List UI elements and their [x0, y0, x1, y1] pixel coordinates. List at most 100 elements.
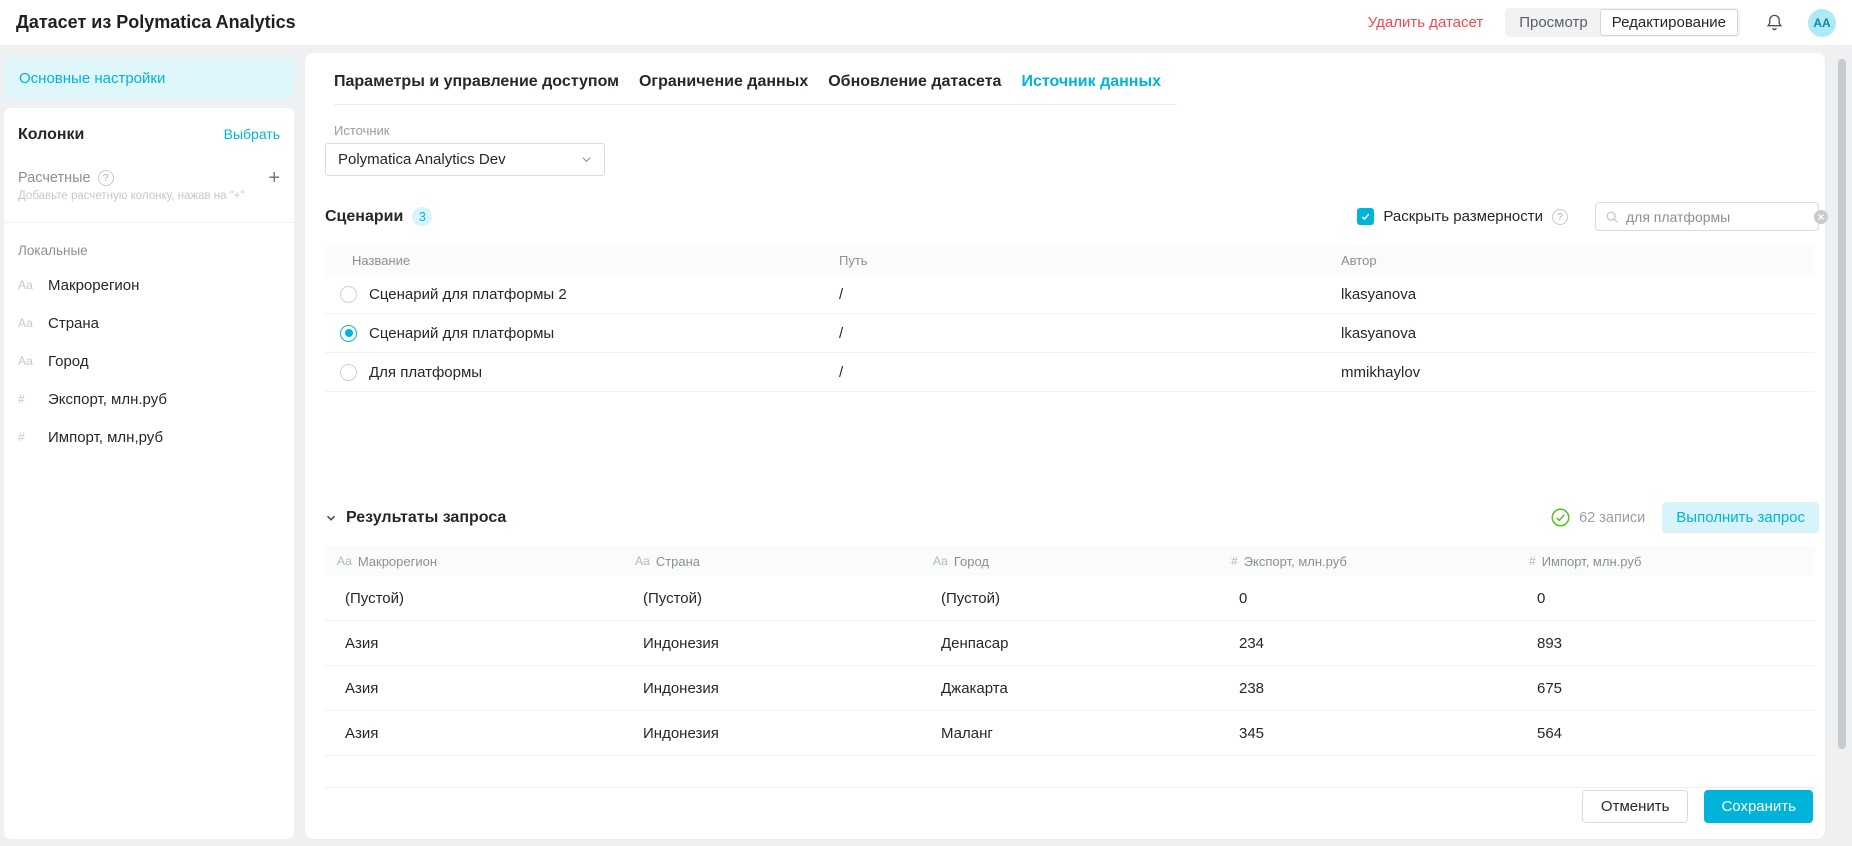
number-type-icon: # — [1231, 554, 1238, 568]
column-item-makroregion[interactable]: Аа Макрорегион — [18, 266, 280, 304]
records-count: 62 записи — [1579, 510, 1645, 526]
topbar: Датасет из Polymatica Analytics Удалить … — [0, 0, 1852, 45]
tab-parameters-access[interactable]: Параметры и управление доступом — [334, 73, 619, 91]
results-toolbar: Результаты запроса 62 записи Выполнить з… — [325, 502, 1819, 533]
sidebar-item-main-settings[interactable]: Основные настройки — [4, 57, 294, 99]
text-type-icon: Аа — [18, 316, 38, 330]
settings-tabs: Параметры и управление доступом Ограниче… — [334, 69, 1177, 105]
result-cell: Денпасар — [921, 635, 1219, 652]
columns-title: Колонки — [18, 126, 84, 144]
column-label: Макрорегион — [48, 277, 139, 294]
result-col-label: Макрорегион — [358, 554, 437, 569]
expand-dimensions-label: Раскрыть размерности — [1383, 208, 1543, 225]
source-select[interactable]: Polymatica Analytics Dev — [325, 143, 605, 176]
result-cell: Индонезия — [623, 725, 921, 742]
scenarios-table: Название Путь Автор Сценарий для платфор… — [325, 246, 1815, 392]
tab-dataset-update[interactable]: Обновление датасета — [828, 73, 1001, 91]
scenario-search-box[interactable] — [1595, 202, 1819, 231]
text-type-icon: Аа — [933, 554, 948, 568]
scenarios-count-badge: 3 — [412, 207, 432, 226]
scenario-radio[interactable] — [340, 286, 357, 303]
result-cell: Индонезия — [623, 680, 921, 697]
mode-edit-button[interactable]: Редактирование — [1600, 9, 1738, 36]
result-cell: (Пустой) — [623, 590, 921, 607]
scenario-path: / — [839, 286, 1341, 303]
calculated-columns-row: Расчетные ? + — [18, 170, 280, 186]
run-query-button[interactable]: Выполнить запрос — [1662, 502, 1819, 533]
success-check-icon — [1551, 508, 1570, 527]
scenario-radio[interactable] — [340, 364, 357, 381]
scenario-author: mmikhaylov — [1341, 364, 1815, 381]
source-label: Источник — [334, 123, 1819, 138]
number-type-icon: # — [18, 392, 38, 406]
result-cell: Азия — [325, 725, 623, 742]
results-table-header: Аа Макрорегион Аа Страна Аа Город # Эксп… — [325, 546, 1815, 576]
scenario-name: Для платформы — [369, 364, 482, 381]
result-cell: Индонезия — [623, 635, 921, 652]
sidebar-divider — [4, 222, 294, 223]
column-label: Импорт, млн,руб — [48, 429, 163, 446]
result-col-label: Город — [954, 554, 989, 569]
columns-select-link[interactable]: Выбрать — [224, 126, 280, 142]
cancel-button[interactable]: Отменить — [1582, 790, 1689, 823]
expand-dimensions-checkbox[interactable] — [1357, 208, 1374, 225]
column-label: Город — [48, 353, 89, 370]
sidebar-columns-panel: Колонки Выбрать Расчетные ? + Добавьте р… — [4, 108, 294, 839]
scenario-author: lkasyanova — [1341, 286, 1815, 303]
result-cell: 234 — [1219, 635, 1517, 652]
result-cell: 675 — [1517, 680, 1815, 697]
scenario-row[interactable]: Для платформы / mmikhaylov — [325, 353, 1815, 392]
search-input[interactable] — [1626, 209, 1807, 225]
result-col-label: Импорт, млн.руб — [1542, 554, 1642, 569]
text-type-icon: Аа — [337, 554, 352, 568]
col-header-path: Путь — [839, 253, 1341, 268]
save-button[interactable]: Сохранить — [1704, 790, 1813, 823]
result-col-header: # Импорт, млн.руб — [1517, 554, 1815, 569]
notifications-bell-icon[interactable] — [1762, 11, 1786, 35]
results-collapse-toggle[interactable]: Результаты запроса — [325, 509, 506, 527]
column-item-strana[interactable]: Аа Страна — [18, 304, 280, 342]
tab-data-restriction[interactable]: Ограничение данных — [639, 73, 808, 91]
page-title: Датасет из Polymatica Analytics — [16, 12, 296, 33]
search-icon — [1605, 210, 1619, 224]
result-cell: 564 — [1517, 725, 1815, 742]
text-type-icon: Аа — [18, 278, 38, 292]
add-calculated-column-button[interactable]: + — [268, 170, 280, 186]
text-type-icon: Аа — [18, 354, 38, 368]
vertical-scrollbar[interactable] — [1838, 59, 1846, 749]
result-cell: Джакарта — [921, 680, 1219, 697]
delete-dataset-button[interactable]: Удалить датасет — [1368, 14, 1483, 31]
clear-search-icon[interactable] — [1814, 210, 1828, 224]
number-type-icon: # — [1529, 554, 1536, 568]
scenarios-title: Сценарии — [325, 208, 403, 226]
scenario-row[interactable]: Сценарий для платформы 2 / lkasyanova — [325, 275, 1815, 314]
column-item-import[interactable]: # Импорт, млн,руб — [18, 418, 280, 456]
column-item-gorod[interactable]: Аа Город — [18, 342, 280, 380]
calculated-label: Расчетные — [18, 170, 91, 186]
scenario-path: / — [839, 325, 1341, 342]
calculated-help-icon[interactable]: ? — [98, 170, 114, 186]
scenario-name: Сценарий для платформы — [369, 325, 554, 342]
column-label: Страна — [48, 315, 99, 332]
results-status: 62 записи Выполнить запрос — [1551, 502, 1819, 533]
chevron-down-icon — [325, 512, 337, 524]
topbar-actions: Удалить датасет Просмотр Редактирование … — [1368, 8, 1836, 37]
result-col-header: Аа Макрорегион — [325, 554, 623, 569]
mode-view-button[interactable]: Просмотр — [1507, 10, 1600, 35]
scenario-radio-selected[interactable] — [340, 325, 357, 342]
expand-dimensions-help-icon[interactable]: ? — [1552, 209, 1568, 225]
tab-data-source[interactable]: Источник данных — [1021, 73, 1161, 91]
results-table: Аа Макрорегион Аа Страна Аа Город # Эксп… — [325, 546, 1815, 788]
scenario-row-selected[interactable]: Сценарий для платформы / lkasyanova — [325, 314, 1815, 353]
scenario-author: lkasyanova — [1341, 325, 1815, 342]
scenarios-table-header: Название Путь Автор — [325, 246, 1815, 275]
columns-list: Аа Макрорегион Аа Страна Аа Город # Эксп… — [18, 266, 280, 456]
result-col-header: Аа Город — [921, 554, 1219, 569]
column-item-eksport[interactable]: # Экспорт, млн.руб — [18, 380, 280, 418]
local-columns-label: Локальные — [18, 243, 280, 258]
result-cell: (Пустой) — [325, 590, 623, 607]
user-avatar[interactable]: AA — [1808, 9, 1836, 37]
results-title: Результаты запроса — [346, 509, 506, 527]
mode-toggle: Просмотр Редактирование — [1505, 8, 1740, 37]
result-col-header: Аа Страна — [623, 554, 921, 569]
